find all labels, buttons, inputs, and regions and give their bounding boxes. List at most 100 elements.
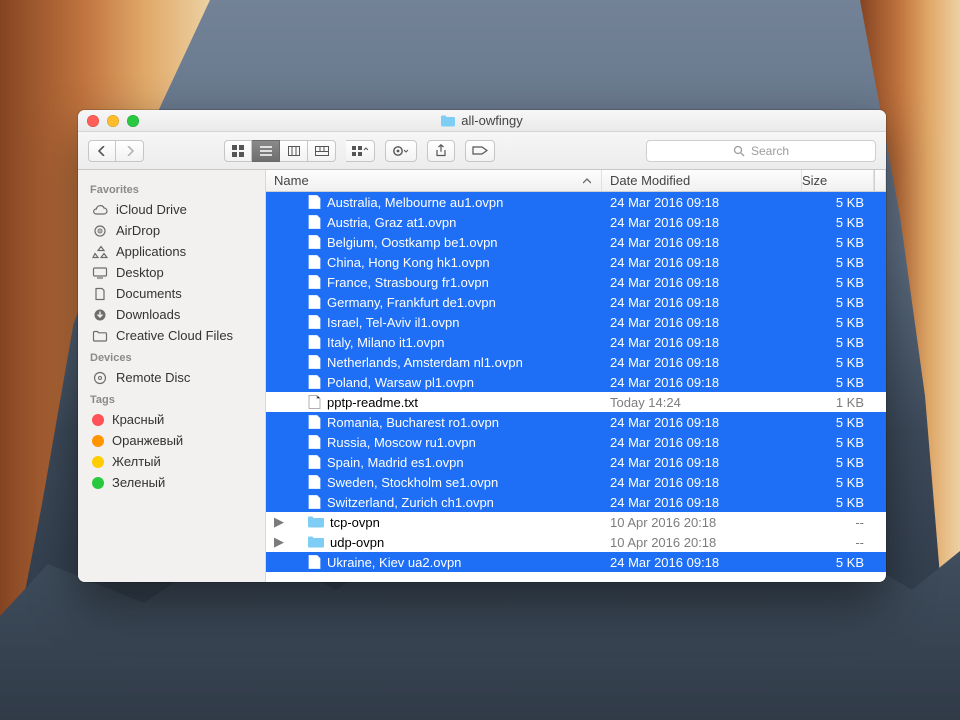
- file-row[interactable]: Russia, Moscow ru1.ovpn 24 Mar 2016 09:1…: [266, 432, 886, 452]
- arrange-icon: [352, 146, 368, 156]
- sidebar-item-зеленый[interactable]: Зеленый: [78, 472, 265, 493]
- file-row[interactable]: Spain, Madrid es1.ovpn 24 Mar 2016 09:18…: [266, 452, 886, 472]
- file-date: 24 Mar 2016 09:18: [602, 195, 802, 210]
- downloads-icon: [92, 308, 108, 322]
- file-row[interactable]: Poland, Warsaw pl1.ovpn 24 Mar 2016 09:1…: [266, 372, 886, 392]
- search-field[interactable]: Search: [646, 140, 876, 162]
- file-name: Spain, Madrid es1.ovpn: [327, 455, 464, 470]
- tag-color-dot: [92, 435, 104, 447]
- column-name[interactable]: Name: [266, 170, 602, 191]
- file-row[interactable]: Austria, Graz at1.ovpn 24 Mar 2016 09:18…: [266, 212, 886, 232]
- columns-icon: [288, 146, 300, 156]
- column-more: [874, 170, 886, 191]
- file-name: udp-ovpn: [330, 535, 384, 550]
- sidebar-item-label: Documents: [116, 286, 182, 301]
- sidebar: FavoritesiCloud DriveAirDropApplications…: [78, 170, 266, 582]
- finder-window: all-owfingy Search FavoritesiCloud Drive…: [78, 110, 886, 582]
- file-name: Switzerland, Zurich ch1.ovpn: [327, 495, 494, 510]
- airdrop-icon: [92, 224, 108, 238]
- file-list[interactable]: Australia, Melbourne au1.ovpn 24 Mar 201…: [266, 192, 886, 582]
- close-button[interactable]: [87, 115, 99, 127]
- file-row[interactable]: ▶ tcp-ovpn 10 Apr 2016 20:18 --: [266, 512, 886, 532]
- file-row[interactable]: Sweden, Stockholm se1.ovpn 24 Mar 2016 0…: [266, 472, 886, 492]
- sidebar-item-оранжевый[interactable]: Оранжевый: [78, 430, 265, 451]
- sidebar-item-downloads[interactable]: Downloads: [78, 304, 265, 325]
- column-date[interactable]: Date Modified: [602, 170, 802, 191]
- minimize-button[interactable]: [107, 115, 119, 127]
- file-date: 24 Mar 2016 09:18: [602, 295, 802, 310]
- ovpn-file-icon: [308, 555, 321, 569]
- column-size[interactable]: Size: [802, 170, 874, 191]
- disclosure-triangle[interactable]: ▶: [274, 514, 284, 530]
- ovpn-file-icon: [308, 475, 321, 489]
- file-row[interactable]: Italy, Milano it1.ovpn 24 Mar 2016 09:18…: [266, 332, 886, 352]
- back-button[interactable]: [88, 140, 116, 162]
- file-row[interactable]: France, Strasbourg fr1.ovpn 24 Mar 2016 …: [266, 272, 886, 292]
- file-row[interactable]: ▶ udp-ovpn 10 Apr 2016 20:18 --: [266, 532, 886, 552]
- coverflow-icon: [315, 146, 329, 156]
- window-title: all-owfingy: [441, 113, 522, 128]
- file-row[interactable]: Israel, Tel-Aviv il1.ovpn 24 Mar 2016 09…: [266, 312, 886, 332]
- file-size: 5 KB: [802, 475, 874, 490]
- file-name: Netherlands, Amsterdam nl1.ovpn: [327, 355, 523, 370]
- file-row[interactable]: Germany, Frankfurt de1.ovpn 24 Mar 2016 …: [266, 292, 886, 312]
- forward-button[interactable]: [116, 140, 144, 162]
- sidebar-item-label: iCloud Drive: [116, 202, 187, 217]
- sidebar-item-label: Applications: [116, 244, 186, 259]
- file-row[interactable]: pptp-readme.txt Today 14:24 1 KB: [266, 392, 886, 412]
- column-view-button[interactable]: [280, 140, 308, 162]
- grid-icon: [232, 145, 244, 157]
- file-row[interactable]: Belgium, Oostkamp be1.ovpn 24 Mar 2016 0…: [266, 232, 886, 252]
- sidebar-item-applications[interactable]: Applications: [78, 241, 265, 262]
- zoom-button[interactable]: [127, 115, 139, 127]
- sidebar-item-icloud-drive[interactable]: iCloud Drive: [78, 199, 265, 220]
- arrange-button[interactable]: [346, 140, 375, 162]
- ovpn-file-icon: [308, 335, 321, 349]
- icon-view-button[interactable]: [224, 140, 252, 162]
- sidebar-item-label: Красный: [112, 412, 164, 427]
- file-size: 1 KB: [802, 395, 874, 410]
- folder-icon: [92, 329, 108, 343]
- file-size: 5 KB: [802, 555, 874, 570]
- tags-button[interactable]: [465, 140, 495, 162]
- file-name: Austria, Graz at1.ovpn: [327, 215, 456, 230]
- file-name: Italy, Milano it1.ovpn: [327, 335, 445, 350]
- sidebar-item-creative-cloud-files[interactable]: Creative Cloud Files: [78, 325, 265, 346]
- file-name: Belgium, Oostkamp be1.ovpn: [327, 235, 498, 250]
- coverflow-view-button[interactable]: [308, 140, 336, 162]
- sidebar-item-желтый[interactable]: Желтый: [78, 451, 265, 472]
- action-button[interactable]: [385, 140, 417, 162]
- sidebar-item-label: Зеленый: [112, 475, 165, 490]
- file-row[interactable]: Netherlands, Amsterdam nl1.ovpn 24 Mar 2…: [266, 352, 886, 372]
- share-button[interactable]: [427, 140, 455, 162]
- file-size: --: [802, 535, 874, 550]
- disclosure-triangle[interactable]: ▶: [274, 534, 284, 550]
- ovpn-file-icon: [308, 375, 321, 389]
- applications-icon: [92, 245, 108, 259]
- toolbar: Search: [78, 132, 886, 170]
- file-name: Israel, Tel-Aviv il1.ovpn: [327, 315, 459, 330]
- sidebar-item-красный[interactable]: Красный: [78, 409, 265, 430]
- window-titlebar[interactable]: all-owfingy: [78, 110, 886, 132]
- file-name: tcp-ovpn: [330, 515, 380, 530]
- ovpn-file-icon: [308, 255, 321, 269]
- list-view-button[interactable]: [252, 140, 280, 162]
- file-name: Ukraine, Kiev ua2.ovpn: [327, 555, 461, 570]
- sort-asc-icon: [583, 178, 591, 184]
- cloud-icon: [92, 203, 108, 217]
- file-date: 24 Mar 2016 09:18: [602, 255, 802, 270]
- file-row[interactable]: Australia, Melbourne au1.ovpn 24 Mar 201…: [266, 192, 886, 212]
- file-row[interactable]: Switzerland, Zurich ch1.ovpn 24 Mar 2016…: [266, 492, 886, 512]
- file-date: 24 Mar 2016 09:18: [602, 555, 802, 570]
- chevron-right-icon: [126, 146, 134, 156]
- sidebar-item-documents[interactable]: Documents: [78, 283, 265, 304]
- sidebar-item-desktop[interactable]: Desktop: [78, 262, 265, 283]
- ovpn-file-icon: [308, 295, 321, 309]
- file-size: 5 KB: [802, 215, 874, 230]
- sidebar-item-airdrop[interactable]: AirDrop: [78, 220, 265, 241]
- sidebar-item-remote-disc[interactable]: Remote Disc: [78, 367, 265, 388]
- file-row[interactable]: China, Hong Kong hk1.ovpn 24 Mar 2016 09…: [266, 252, 886, 272]
- file-row[interactable]: Ukraine, Kiev ua2.ovpn 24 Mar 2016 09:18…: [266, 552, 886, 572]
- file-row[interactable]: Romania, Bucharest ro1.ovpn 24 Mar 2016 …: [266, 412, 886, 432]
- view-switcher: [224, 140, 336, 162]
